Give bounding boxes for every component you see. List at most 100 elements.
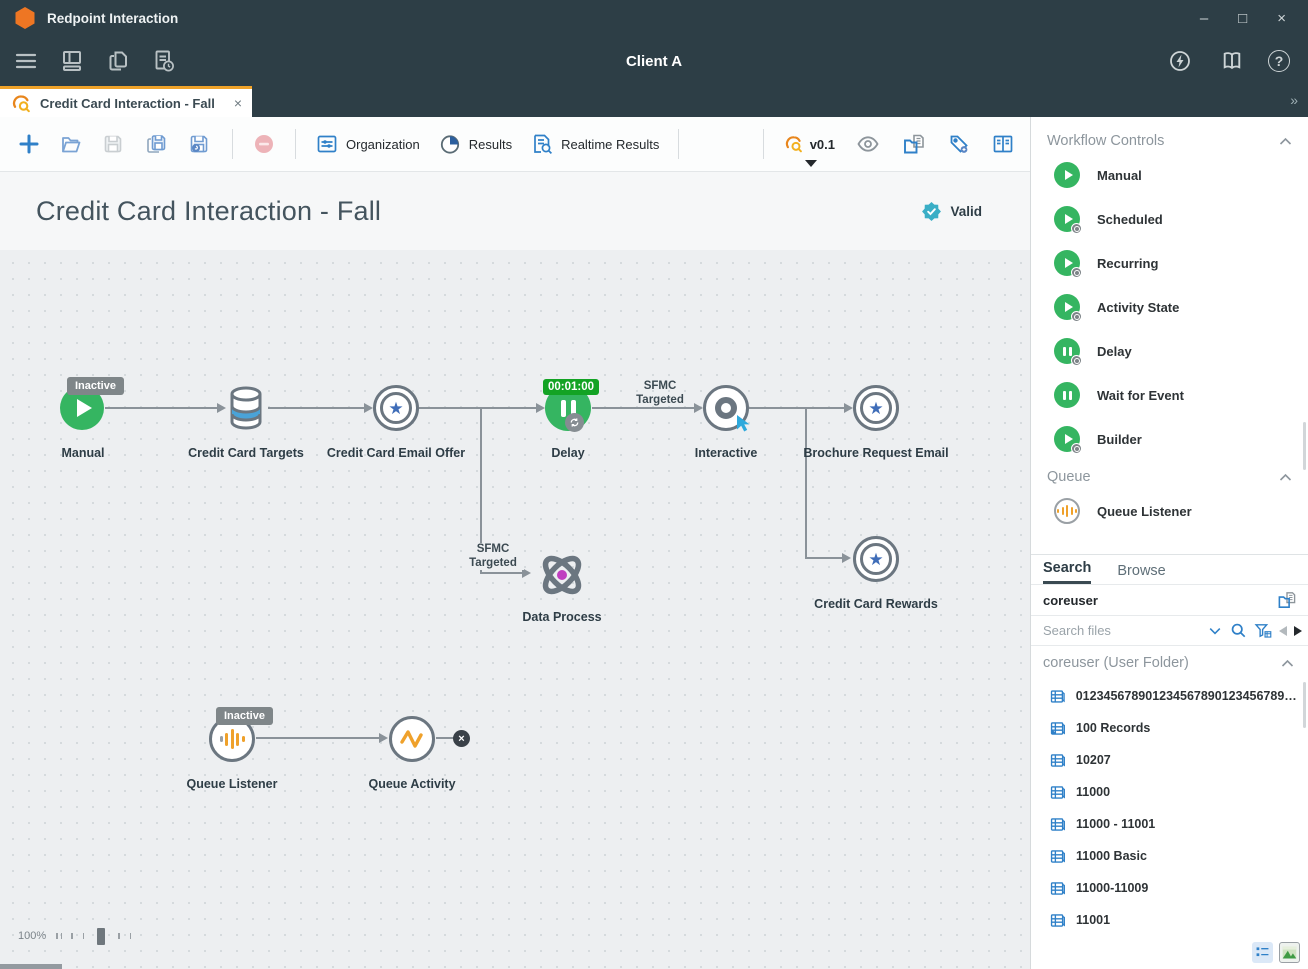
notebook-button[interactable] <box>986 126 1020 162</box>
toolbar-divider <box>763 129 764 159</box>
menu-bar: Client A ? <box>0 36 1308 86</box>
tab-overflow-icon[interactable]: » <box>1290 92 1296 108</box>
organization-button[interactable]: Organization <box>310 126 425 162</box>
chevron-down-icon[interactable] <box>1207 623 1223 639</box>
node-credit-card-rewards[interactable]: ★ <box>853 536 899 582</box>
file-row[interactable]: 0123456789012345678901234567890... <box>1031 680 1308 712</box>
node-interactive[interactable] <box>703 385 749 431</box>
palette-section-header[interactable]: Workflow Controls <box>1047 133 1292 149</box>
tab-credit-card-interaction[interactable]: Credit Card Interaction - Fall × <box>0 86 252 117</box>
interaction-tab-icon <box>12 94 31 113</box>
palette-item-builder[interactable]: Builder <box>1031 417 1308 461</box>
waveform-icon <box>1054 498 1080 524</box>
workflow-header: Credit Card Interaction - Fall Valid <box>0 172 1030 250</box>
help-icon[interactable]: ? <box>1268 50 1290 72</box>
file-row[interactable]: 11001 <box>1031 904 1308 936</box>
node-credit-card-email-offer[interactable]: ★ <box>373 385 419 431</box>
save-copy-button[interactable] <box>138 126 174 162</box>
table-file-fold-icon <box>1049 720 1066 737</box>
node-brochure-request-email[interactable]: ★ <box>853 385 899 431</box>
table-file-icon <box>1049 688 1066 705</box>
maximize-button[interactable]: □ <box>1238 11 1247 26</box>
palette-item-delay[interactable]: Delay <box>1031 329 1308 373</box>
nav-previous-icon[interactable] <box>1279 626 1287 636</box>
file-row[interactable]: 10207 <box>1031 744 1308 776</box>
minimize-button[interactable]: – <box>1200 11 1208 26</box>
list-view-toggle[interactable] <box>1252 942 1273 963</box>
documentation-book-icon[interactable] <box>1216 45 1248 77</box>
edge-arrowhead <box>844 403 853 413</box>
open-folder-button[interactable] <box>54 126 88 162</box>
workflow-canvas[interactable]: SFMC Targeted SFMC Targeted Inactive Man… <box>0 250 1030 969</box>
edge-arrowhead <box>842 553 851 563</box>
section-title: Queue <box>1047 469 1091 485</box>
version-button[interactable]: v0.1 <box>780 126 840 162</box>
toolbar-divider <box>232 129 233 159</box>
folder-document-icon[interactable] <box>1276 589 1298 611</box>
waveform-icon <box>220 729 245 749</box>
file-row[interactable]: 100 Records <box>1031 712 1308 744</box>
filter-icon[interactable] <box>1254 622 1272 639</box>
new-button[interactable] <box>12 126 46 162</box>
atom-icon <box>536 549 588 601</box>
palette-item-scheduled[interactable]: Scheduled <box>1031 197 1308 241</box>
search-icon[interactable] <box>1230 622 1247 639</box>
close-button[interactable]: × <box>1277 11 1286 26</box>
palette-item-recurring[interactable]: Recurring <box>1031 241 1308 285</box>
file-row[interactable]: 11000 Basic <box>1031 840 1308 872</box>
tab-browse[interactable]: Browse <box>1117 563 1165 584</box>
node-queue-activity[interactable] <box>389 716 435 762</box>
toolbar-collapse-caret[interactable] <box>805 160 817 167</box>
edge-arrowhead <box>364 403 373 413</box>
tag-button[interactable] <box>942 126 976 162</box>
palette-scrollbar[interactable] <box>1303 422 1306 470</box>
file-row[interactable]: 11000-11009 <box>1031 872 1308 904</box>
folder-group-header[interactable]: coreuser (User Folder) <box>1031 646 1308 680</box>
ring-icon: ★ <box>860 543 892 575</box>
pulse-icon <box>399 727 425 751</box>
remove-node-icon[interactable]: × <box>453 730 470 747</box>
nav-next-icon[interactable] <box>1294 626 1302 636</box>
toolbar-divider <box>295 129 296 159</box>
canvas-zoom-control[interactable]: 100% <box>18 926 131 946</box>
search-panel: Search Browse coreuser coreuser (User F <box>1031 554 1308 969</box>
preview-eye-button[interactable] <box>850 126 886 162</box>
palette-section-header[interactable]: Queue <box>1047 469 1292 485</box>
play-icon <box>77 399 92 417</box>
edge-branch-dataprocess-h <box>480 572 523 574</box>
palette-item-manual[interactable]: Manual <box>1031 153 1308 197</box>
pause-refresh-icon <box>1054 338 1080 364</box>
save-all-button[interactable] <box>182 126 218 162</box>
play-plus-icon <box>1054 294 1080 320</box>
file-row[interactable]: 11000 - 11001 <box>1031 808 1308 840</box>
folder-document-button[interactable] <box>896 126 932 162</box>
table-file-icon <box>1049 912 1066 929</box>
save-button[interactable] <box>96 126 130 162</box>
interaction-version-icon <box>785 135 803 153</box>
palette-item-activity-state[interactable]: Activity State <box>1031 285 1308 329</box>
palette-item-queue-listener[interactable]: Queue Listener <box>1031 489 1308 533</box>
list-scrollbar[interactable] <box>1303 682 1306 728</box>
edge-arrowhead <box>694 403 703 413</box>
tab-close-icon[interactable]: × <box>234 95 242 111</box>
search-scope-row[interactable]: coreuser <box>1031 585 1308 616</box>
zoom-slider-thumb[interactable] <box>97 928 105 945</box>
search-files-input[interactable] <box>1043 623 1200 638</box>
thumbnail-view-toggle[interactable] <box>1279 942 1300 963</box>
results-button[interactable]: Results <box>433 126 517 162</box>
tab-search[interactable]: Search <box>1043 560 1091 584</box>
tab-bar: Credit Card Interaction - Fall × » <box>0 86 1308 117</box>
realtime-results-button[interactable]: Realtime Results <box>525 126 664 162</box>
file-row[interactable]: 11000 <box>1031 776 1308 808</box>
table-file-icon <box>1049 880 1066 897</box>
node-label-queue-listener: Queue Listener <box>147 777 317 791</box>
node-data-process[interactable] <box>536 549 588 606</box>
organization-label: Organization <box>346 137 420 152</box>
stop-button[interactable] <box>247 126 281 162</box>
palette-item-wait-for-event[interactable]: Wait for Event <box>1031 373 1308 417</box>
version-label: v0.1 <box>810 137 835 152</box>
node-credit-card-targets[interactable] <box>224 385 268 436</box>
connections-icon[interactable] <box>1164 45 1196 77</box>
search-scope-value: coreuser <box>1043 593 1098 608</box>
canvas-horizontal-scrollbar[interactable] <box>0 964 62 969</box>
